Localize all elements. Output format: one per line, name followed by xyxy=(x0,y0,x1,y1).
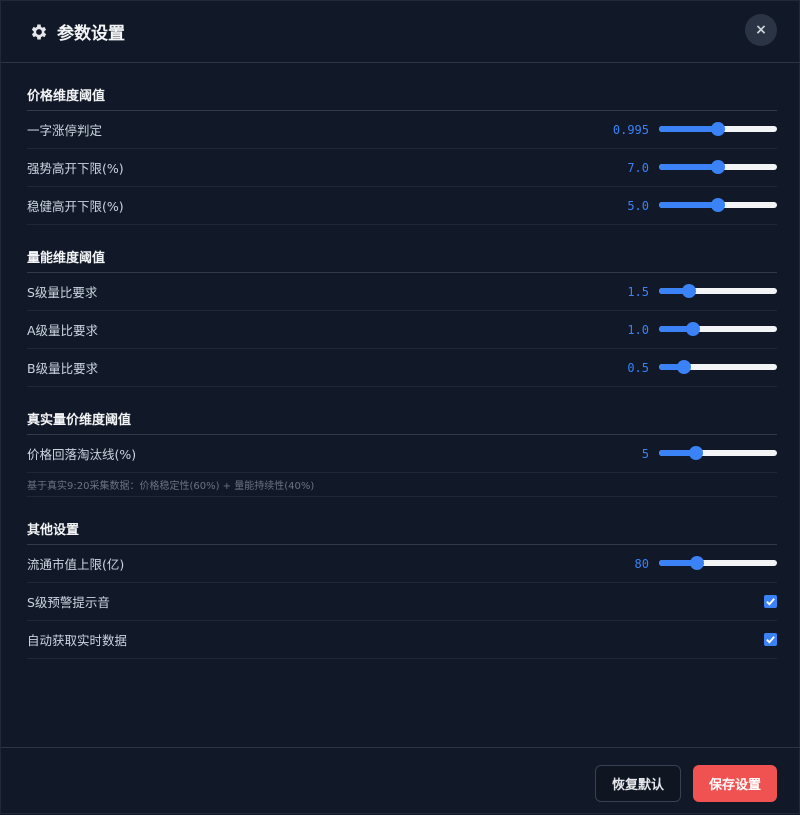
setting-label: 稳健高开下限(%) xyxy=(27,199,124,214)
setting-row: 自动获取实时数据 xyxy=(27,621,777,659)
setting-label: A级量比要求 xyxy=(27,323,99,338)
check-icon xyxy=(766,636,775,644)
threshold-slider[interactable] xyxy=(659,556,777,570)
modal-title: 参数设置 xyxy=(29,19,125,44)
setting-label: S级量比要求 xyxy=(27,285,98,300)
reset-defaults-button[interactable]: 恢复默认 xyxy=(595,765,681,802)
setting-label: 强势高开下限(%) xyxy=(27,161,124,176)
section-note: 基于真实9:20采集数据：价格稳定性(60%) + 量能持续性(40%) xyxy=(27,473,777,497)
slider-thumb[interactable] xyxy=(711,122,725,136)
setting-value: 7.0 xyxy=(627,160,649,175)
page-title: 参数设置 xyxy=(57,24,125,44)
setting-row: A级量比要求 1.0 xyxy=(27,311,777,349)
slider-thumb[interactable] xyxy=(690,556,704,570)
section-title-price: 价格维度阈值 xyxy=(27,63,777,111)
setting-label: S级预警提示音 xyxy=(27,595,110,610)
threshold-slider[interactable] xyxy=(659,322,777,336)
setting-value: 0.995 xyxy=(612,122,649,137)
slider-thumb[interactable] xyxy=(677,360,691,374)
close-button[interactable]: × xyxy=(745,14,777,46)
threshold-slider[interactable] xyxy=(659,446,777,460)
setting-row: S级预警提示音 xyxy=(27,583,777,621)
threshold-slider[interactable] xyxy=(659,160,777,174)
threshold-slider[interactable] xyxy=(659,122,777,136)
setting-value: 1.0 xyxy=(627,322,649,337)
setting-value: 80 xyxy=(634,556,649,571)
section-title-volume: 量能维度阈值 xyxy=(27,225,777,273)
setting-row: 稳健高开下限(%) 5.0 xyxy=(27,187,777,225)
threshold-slider[interactable] xyxy=(659,360,777,374)
save-settings-button[interactable]: 保存设置 xyxy=(693,765,777,802)
slider-thumb[interactable] xyxy=(682,284,696,298)
setting-row: 价格回落淘汰线(%) 5 xyxy=(27,435,777,473)
settings-body: 价格维度阈值 一字涨停判定 0.995 强势高开下限(%) 7.0 稳健高开下限… xyxy=(27,63,777,659)
setting-row: 流通市值上限(亿) 80 xyxy=(27,545,777,583)
threshold-slider[interactable] xyxy=(659,198,777,212)
slider-thumb[interactable] xyxy=(686,322,700,336)
setting-row: S级量比要求 1.5 xyxy=(27,273,777,311)
slider-thumb[interactable] xyxy=(711,198,725,212)
setting-value: 1.5 xyxy=(627,284,649,299)
setting-value: 5.0 xyxy=(627,198,649,213)
settings-modal: 参数设置 × 价格维度阈值 一字涨停判定 0.995 强势高开下限(%) 7.0… xyxy=(0,0,800,814)
setting-value: 0.5 xyxy=(627,360,649,375)
close-icon: × xyxy=(755,22,767,38)
slider-thumb[interactable] xyxy=(711,160,725,174)
slider-thumb[interactable] xyxy=(689,446,703,460)
setting-label: 一字涨停判定 xyxy=(27,123,103,138)
setting-label: B级量比要求 xyxy=(27,361,99,376)
setting-row: B级量比要求 0.5 xyxy=(27,349,777,387)
section-title-real: 真实量价维度阈值 xyxy=(27,387,777,435)
auto-fetch-checkbox[interactable] xyxy=(764,633,777,646)
setting-label: 流通市值上限(亿) xyxy=(27,557,125,572)
modal-header: 参数设置 × xyxy=(1,1,800,63)
section-title-other: 其他设置 xyxy=(27,497,777,545)
s-alert-sound-checkbox[interactable] xyxy=(764,595,777,608)
setting-label: 价格回落淘汰线(%) xyxy=(27,447,137,462)
modal-footer: 恢复默认 保存设置 xyxy=(1,747,800,815)
gear-icon xyxy=(31,24,47,39)
setting-row: 一字涨停判定 0.995 xyxy=(27,111,777,149)
setting-row: 强势高开下限(%) 7.0 xyxy=(27,149,777,187)
setting-label: 自动获取实时数据 xyxy=(27,633,128,648)
setting-value: 5 xyxy=(641,446,649,461)
check-icon xyxy=(766,598,775,606)
threshold-slider[interactable] xyxy=(659,284,777,298)
